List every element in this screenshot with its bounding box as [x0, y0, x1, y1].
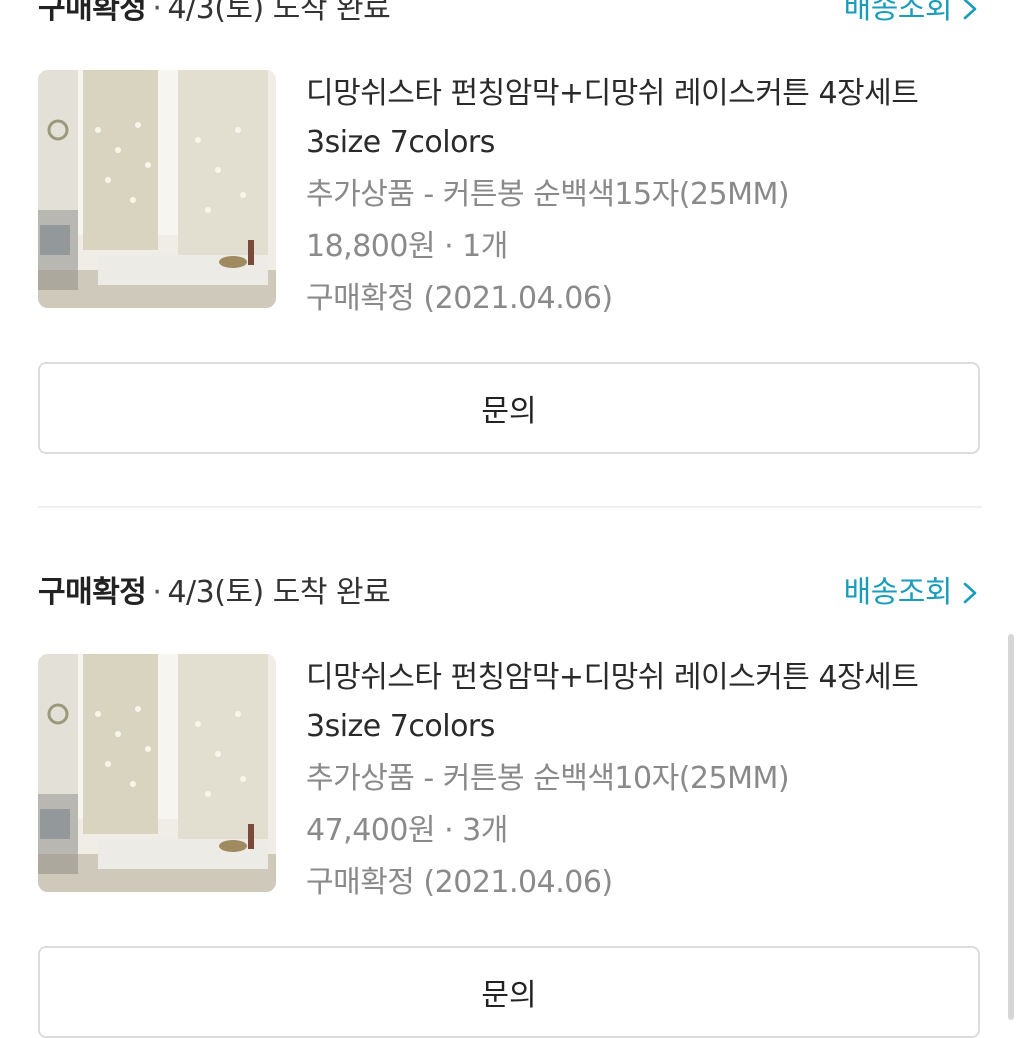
order-header: 구매확정 · 4/3(토) 도착 완료 배송조회 [38, 576, 982, 626]
product-name[interactable]: 디망쉬스타 펀칭암막+디망쉬 레이스커튼 4장세트 [306, 76, 919, 112]
product-row[interactable]: 디망쉬스타 펀칭암막+디망쉬 레이스커튼 4장세트 3size 7colors … [38, 70, 982, 316]
product-thumbnail[interactable] [38, 654, 276, 892]
separator: · [152, 575, 162, 610]
chevron-right-icon [963, 0, 977, 20]
chevron-right-icon [963, 582, 977, 604]
delivery-info: 4/3(토) 도착 완료 [167, 575, 391, 610]
product-name[interactable]: 디망쉬스타 펀칭암막+디망쉬 레이스커튼 4장세트 [306, 660, 919, 696]
inquiry-button[interactable]: 문의 [38, 362, 980, 454]
product-row[interactable]: 디망쉬스타 펀칭암막+디망쉬 레이스커튼 4장세트 3size 7colors … [38, 654, 982, 900]
track-delivery-link[interactable]: 배송조회 [844, 0, 982, 26]
order-status-label: 구매확정 [38, 0, 147, 26]
track-delivery-label: 배송조회 [843, 0, 953, 26]
product-option: 추가상품 - 커튼봉 순백색15자(25MM) [306, 177, 790, 212]
order-status: 구매확정 · 4/3(토) 도착 완료 [38, 0, 391, 26]
order-status-label: 구매확정 [38, 575, 147, 610]
scrollbar[interactable] [1008, 634, 1014, 1020]
curtain-image [38, 70, 276, 308]
product-thumbnail[interactable] [38, 70, 276, 308]
divider [38, 506, 982, 508]
inquiry-button[interactable]: 문의 [38, 946, 980, 1038]
track-delivery-label: 배송조회 [843, 575, 953, 610]
confirm-date: 구매확정 (2021.04.06) [306, 865, 613, 900]
order-header: 구매확정 · 4/3(토) 도착 완료 배송조회 [38, 0, 982, 42]
delivery-info: 4/3(토) 도착 완료 [167, 0, 391, 26]
curtain-image [38, 654, 276, 892]
confirm-date: 구매확정 (2021.04.06) [306, 281, 613, 316]
price-quantity: 47,400원 · 3개 [306, 813, 508, 848]
separator: · [152, 0, 162, 26]
product-name-line2[interactable]: 3size 7colors [306, 709, 495, 745]
product-name-line2[interactable]: 3size 7colors [306, 125, 495, 161]
price-quantity: 18,800원 · 1개 [306, 229, 508, 264]
product-option: 추가상품 - 커튼봉 순백색10자(25MM) [306, 761, 790, 796]
track-delivery-link[interactable]: 배송조회 [844, 576, 982, 610]
order-status: 구매확정 · 4/3(토) 도착 완료 [38, 575, 391, 610]
